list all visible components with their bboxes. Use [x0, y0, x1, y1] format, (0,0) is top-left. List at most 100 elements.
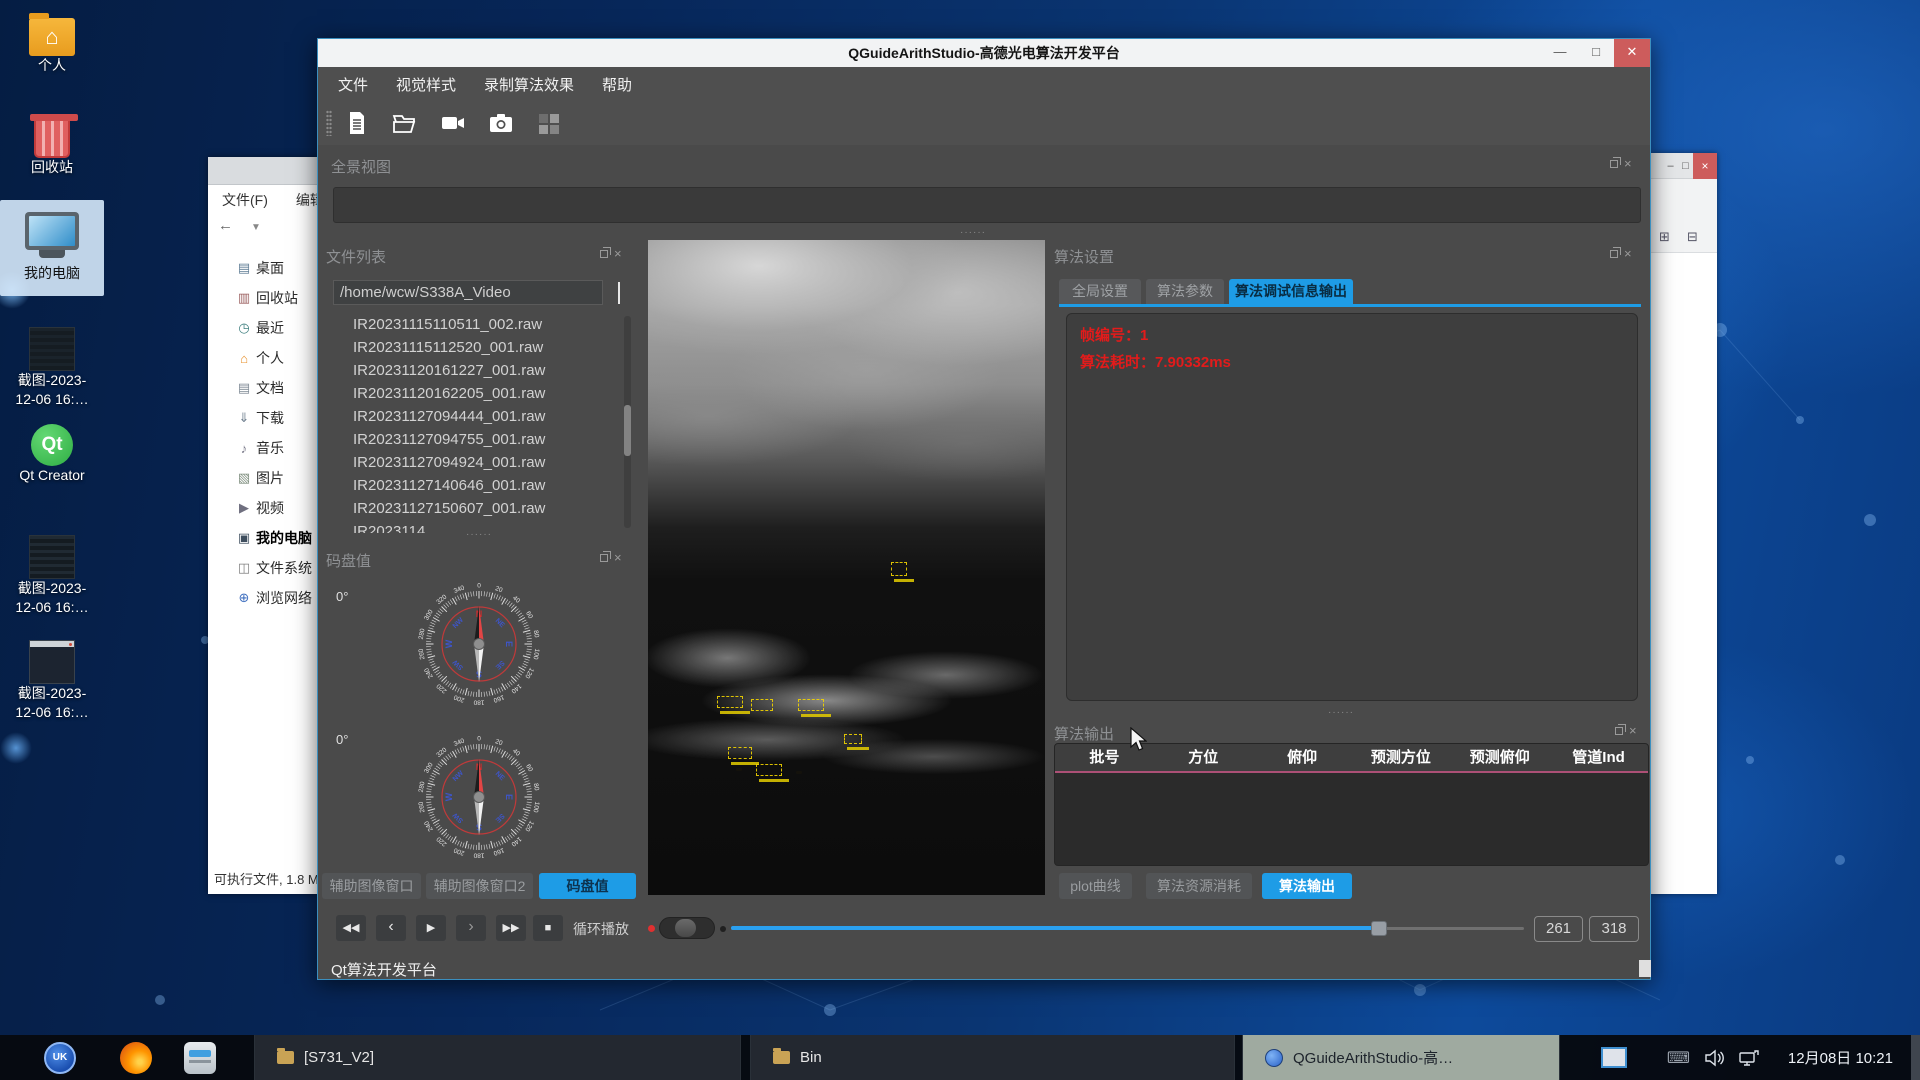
- taskbar-clock[interactable]: 12月08日 10:21: [1788, 1047, 1893, 1068]
- prev-frame-button[interactable]: ‹: [376, 915, 406, 941]
- titlebar[interactable]: – □ ×: [1651, 153, 1717, 179]
- close-icon[interactable]: ×: [1693, 153, 1717, 179]
- stop-button[interactable]: ■: [533, 915, 563, 941]
- rewind-button[interactable]: ◀◀: [336, 915, 366, 941]
- splitter-handle[interactable]: ······: [466, 529, 492, 540]
- back-arrow-icon[interactable]: ←: [218, 217, 233, 234]
- toolbar-drag-handle[interactable]: [326, 110, 332, 136]
- sidebar-item-pictures[interactable]: ▧图片: [208, 463, 318, 493]
- ir-image-view[interactable]: [648, 240, 1045, 895]
- panel-close-icon[interactable]: ×: [1624, 159, 1632, 169]
- tab-encoder-value[interactable]: 码盘值: [539, 873, 636, 899]
- tab-global-settings[interactable]: 全局设置: [1059, 279, 1141, 304]
- total-frame-field[interactable]: 318: [1589, 916, 1639, 942]
- new-document-icon[interactable]: [344, 110, 370, 136]
- video-record-icon[interactable]: [440, 110, 466, 136]
- layout-tiles-icon[interactable]: [536, 110, 562, 136]
- show-desktop-button[interactable]: [1911, 1035, 1920, 1080]
- keyboard-icon[interactable]: ⌨: [1667, 1048, 1690, 1068]
- launcher-icon[interactable]: UK: [44, 1042, 76, 1074]
- camera-icon[interactable]: [488, 110, 514, 136]
- tab-aux-image-window[interactable]: 辅助图像窗口: [322, 873, 421, 899]
- minimize-button[interactable]: —: [1542, 39, 1578, 67]
- minimize-icon[interactable]: –: [1663, 153, 1678, 179]
- list-view-icon[interactable]: ⊟: [1687, 229, 1698, 245]
- tab-algorithm-params[interactable]: 算法参数: [1146, 279, 1224, 304]
- sidebar-item-recent[interactable]: ◷最近: [208, 313, 318, 343]
- firefox-icon[interactable]: [120, 1042, 152, 1074]
- file-list-item[interactable]: IR20231115110511_002.raw: [353, 316, 618, 339]
- menu-edit[interactable]: 编辑(: [296, 192, 318, 208]
- dropdown-arrow-icon[interactable]: ▼: [251, 222, 261, 233]
- tab-plot-curve[interactable]: plot曲线: [1059, 873, 1132, 899]
- open-folder-icon[interactable]: [392, 110, 418, 136]
- menu-record-effect[interactable]: 录制算法效果: [484, 74, 574, 95]
- file-list-item[interactable]: IR20231115112520_001.raw: [353, 339, 618, 362]
- maximize-icon[interactable]: □: [1678, 153, 1693, 179]
- desktop-icon-screenshot-1[interactable]: 截图-2023- 12-06 16:…: [0, 325, 104, 409]
- panel-float-icon[interactable]: [1610, 160, 1618, 168]
- panel-close-icon[interactable]: ×: [1629, 726, 1637, 736]
- splitter-handle[interactable]: ······: [960, 227, 986, 238]
- sidebar-item-documents[interactable]: ▤文档: [208, 373, 318, 403]
- file-list-item[interactable]: IR20231120161227_001.raw: [353, 362, 618, 385]
- file-list-item[interactable]: IR20231127094755_001.raw: [353, 431, 618, 454]
- file-manager-icon[interactable]: [184, 1042, 216, 1074]
- close-button[interactable]: ✕: [1614, 39, 1650, 67]
- file-manager-titlebar[interactable]: [208, 157, 318, 185]
- panel-close-icon[interactable]: ×: [614, 249, 622, 259]
- volume-icon[interactable]: [1704, 1049, 1724, 1067]
- frame-slider-handle[interactable]: [1371, 921, 1387, 936]
- sidebar-item-music[interactable]: ♪音乐: [208, 433, 318, 463]
- menu-visual-style[interactable]: 视觉样式: [396, 74, 456, 95]
- panel-float-icon[interactable]: [1610, 250, 1618, 258]
- file-list-item[interactable]: IR20231127140646_001.raw: [353, 477, 618, 500]
- desktop-icon-qt-creator[interactable]: Qt Qt Creator: [0, 420, 104, 485]
- current-frame-field[interactable]: 261: [1534, 916, 1583, 942]
- tab-debug-output[interactable]: 算法调试信息输出: [1229, 279, 1353, 304]
- loop-toggle-switch[interactable]: [659, 917, 715, 939]
- file-list-item[interactable]: IR20231127094924_001.raw: [353, 454, 618, 477]
- desktop-icon-screenshot-2[interactable]: 截图-2023- 12-06 16:…: [0, 533, 104, 617]
- taskbar-button-qguide[interactable]: QGuideArithStudio-高…: [1242, 1035, 1560, 1080]
- maximize-button[interactable]: □: [1578, 39, 1614, 67]
- panel-close-icon[interactable]: ×: [1624, 249, 1632, 259]
- sidebar-item-my-computer[interactable]: ▣我的电脑: [208, 523, 318, 553]
- network-icon[interactable]: [1738, 1049, 1760, 1067]
- panel-float-icon[interactable]: [600, 554, 608, 562]
- video-path-input[interactable]: /home/wcw/S338A_Video: [333, 280, 603, 305]
- toggle-knob[interactable]: [675, 919, 696, 937]
- sidebar-item-home[interactable]: ⌂个人: [208, 343, 318, 373]
- tab-resource-usage[interactable]: 算法资源消耗: [1146, 873, 1252, 899]
- panel-float-icon[interactable]: [600, 250, 608, 258]
- sidebar-item-desktop[interactable]: ▤桌面: [208, 253, 318, 283]
- taskbar-button-bin[interactable]: Bin: [750, 1035, 1235, 1080]
- panel-float-icon[interactable]: [1615, 727, 1623, 735]
- file-list-item[interactable]: IR20231127094444_001.raw: [353, 408, 618, 431]
- grid-view-icon[interactable]: ⊞: [1659, 229, 1670, 245]
- desktop-icon-screenshot-3[interactable]: 截图-2023- 12-06 16:…: [0, 638, 104, 722]
- app-titlebar[interactable]: QGuideArithStudio-高德光电算法开发平台: [318, 39, 1650, 67]
- menu-help[interactable]: 帮助: [602, 74, 632, 95]
- sidebar-item-videos[interactable]: ▶视频: [208, 493, 318, 523]
- sidebar-item-recycle[interactable]: ▥回收站: [208, 283, 318, 313]
- sidebar-item-filesystem[interactable]: ◫文件系统: [208, 553, 318, 583]
- play-button[interactable]: ▶: [416, 915, 446, 941]
- sidebar-item-network[interactable]: ⊕浏览网络: [208, 583, 318, 613]
- file-list-scrollbar-thumb[interactable]: [624, 405, 631, 456]
- file-list-item[interactable]: IR20231127150607_001.raw: [353, 500, 618, 523]
- file-list-item[interactable]: IR20231120162205_001.raw: [353, 385, 618, 408]
- taskbar-button-s731[interactable]: [S731_V2]: [254, 1035, 741, 1080]
- resize-grip[interactable]: [1639, 960, 1651, 977]
- desktop-icon-my-computer[interactable]: 我的电脑: [0, 200, 104, 296]
- input-method-tray-icon[interactable]: [1601, 1047, 1627, 1068]
- next-frame-button[interactable]: ›: [456, 915, 486, 941]
- menu-file[interactable]: 文件: [338, 74, 368, 95]
- fast-forward-button[interactable]: ▶▶: [496, 915, 526, 941]
- splitter-handle[interactable]: ······: [1328, 707, 1354, 718]
- menu-file[interactable]: 文件(F): [222, 192, 268, 208]
- tab-aux-image-window-2[interactable]: 辅助图像窗口2: [426, 873, 533, 899]
- panel-close-icon[interactable]: ×: [614, 553, 622, 563]
- tab-algorithm-output[interactable]: 算法输出: [1262, 873, 1352, 899]
- desktop-icon-recycle-bin[interactable]: 回收站: [0, 112, 104, 177]
